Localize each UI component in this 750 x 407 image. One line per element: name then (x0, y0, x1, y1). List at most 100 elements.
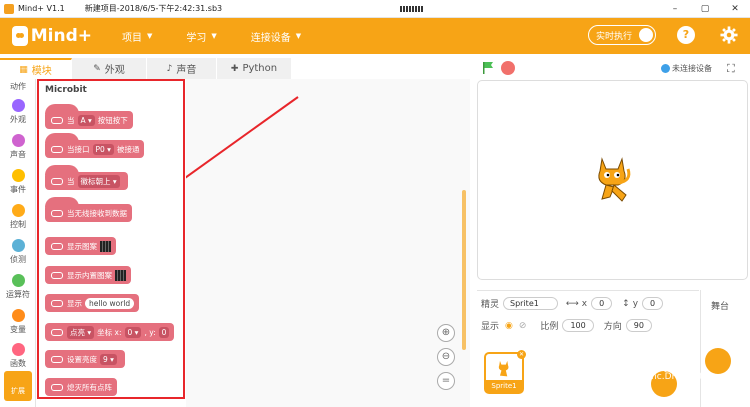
caret-down-icon: ▼ (295, 32, 302, 40)
microbit-icon (51, 383, 63, 391)
category-motion[interactable]: 动作 (0, 81, 36, 92)
category-list: 动作 外观 声音 事件 控制 侦测 运算符 变量 函数 扩展 (0, 79, 36, 407)
pin-dropdown[interactable]: P0 ▾ (92, 143, 114, 155)
watermark-url: mc.DFRobot.com.cn (648, 372, 739, 382)
annotation-arrow (186, 96, 299, 179)
tab-sounds[interactable]: ♪ 声音 (147, 58, 217, 79)
category-operators[interactable]: 运算符 (0, 274, 36, 300)
puzzle-icon: ▦ (19, 64, 28, 75)
menu-project[interactable]: 项目 ▼ (122, 29, 152, 44)
y-position-input[interactable]: 0 (642, 297, 664, 310)
menu-connect-device[interactable]: 连接设备 ▼ (251, 29, 301, 44)
caret-down-icon: ▼ (147, 32, 153, 40)
text-input[interactable]: hello world (85, 297, 135, 309)
control-dot-icon (11, 204, 25, 217)
backdrop-label: 舞台 (711, 302, 730, 312)
block-when-gesture[interactable]: 当 徽标朝上 ▾ (45, 165, 128, 190)
palette-title: Microbit (45, 85, 87, 95)
category-functions[interactable]: 函数 (0, 343, 36, 369)
app-icon (4, 3, 14, 14)
microbit-icon (51, 177, 63, 185)
fullscreen-icon[interactable]: ⛶ (727, 62, 735, 76)
stage-canvas[interactable] (477, 80, 748, 280)
tab-blocks[interactable]: ▦ 模块 (0, 58, 72, 79)
sprite-name-input[interactable]: Sprite1 (503, 297, 558, 310)
code-workspace[interactable] (186, 79, 470, 407)
category-sensing[interactable]: 侦测 (0, 239, 36, 265)
minimize-button[interactable]: – (660, 0, 690, 18)
block-when-radio-received[interactable]: 当无线接收到数据 (45, 197, 132, 222)
block-show-pattern[interactable]: 显示图案 (45, 237, 116, 255)
project-title: 新建项目-2018/6/5-下午2:42:31.sb3 (84, 4, 223, 13)
block-set-brightness[interactable]: 设置亮度 9 ▾ (45, 350, 125, 368)
functions-dot-icon (11, 343, 25, 356)
microbit-icon (51, 209, 63, 217)
tab-python[interactable]: ✚ Python (217, 58, 292, 79)
tab-costumes[interactable]: ✎ 外观 (72, 58, 147, 79)
x-coordinate-dropdown[interactable]: 0 ▾ (124, 326, 142, 338)
variables-dot-icon (11, 309, 25, 322)
sprite-props-row: 显示 ◉ ⊘ 比例 100 方向 90 (481, 319, 656, 332)
speaker-icon: ♪ (166, 63, 173, 74)
direction-input[interactable]: 90 (625, 319, 652, 332)
events-dot-icon (11, 169, 25, 182)
stop-button[interactable] (501, 61, 515, 75)
menu-learn[interactable]: 学习 ▼ (186, 29, 216, 44)
hide-eye-icon[interactable]: ⊘ (519, 321, 527, 331)
sprite-info-panel: 精灵 Sprite1 ⟷ x 0 ↕ y 0 显示 ◉ ⊘ 比例 100 方向 … (477, 290, 699, 407)
category-events[interactable]: 事件 (0, 169, 36, 195)
builtin-pattern-picker[interactable] (115, 269, 126, 281)
block-show-text[interactable]: 显示 hello world (45, 294, 140, 312)
zoom-reset-button[interactable]: = (437, 372, 455, 390)
maximize-button[interactable]: ▢ (690, 0, 720, 18)
x-arrows-icon: ⟷ (565, 298, 579, 309)
loading-indicator-icon (400, 5, 425, 12)
extension-button[interactable]: 扩展 (4, 371, 32, 401)
sprite-thumbnail[interactable]: ✕ Sprite1 (484, 350, 526, 394)
add-backdrop-button[interactable] (705, 348, 731, 374)
workspace-scrollbar[interactable] (462, 190, 466, 350)
microbit-icon (51, 271, 63, 279)
cat-thumb-icon (498, 360, 509, 377)
delete-sprite-icon[interactable]: ✕ (517, 350, 526, 359)
category-sound[interactable]: 声音 (0, 134, 36, 160)
backdrop-panel: 舞台 (700, 290, 750, 407)
show-eye-icon[interactable]: ◉ (505, 321, 513, 331)
brightness-dropdown[interactable]: 9 ▾ (100, 353, 117, 365)
cat-sprite-image (598, 157, 631, 202)
stage-toolbar: 未连接设备 ⛶ (477, 58, 750, 79)
device-status[interactable]: 未连接设备 (661, 63, 712, 74)
microbit-icon (51, 355, 63, 363)
block-plot-point[interactable]: 点亮 ▾ 坐标 x: 0 ▾ , y: 0 (45, 323, 175, 341)
zoom-out-button[interactable]: ⊖ (437, 348, 455, 366)
plot-mode-dropdown[interactable]: 点亮 ▾ (67, 325, 95, 339)
caret-down-icon: ▼ (211, 32, 217, 40)
close-button[interactable]: ✕ (720, 0, 750, 18)
realtime-toggle[interactable]: 实时执行 (588, 25, 656, 45)
led-matrix-picker[interactable] (100, 240, 111, 252)
category-variables[interactable]: 变量 (0, 309, 36, 335)
gear-icon[interactable] (720, 26, 738, 44)
help-button[interactable]: ? (677, 26, 695, 44)
main-menu: 项目 ▼ 学习 ▼ 连接设备 ▼ (122, 29, 335, 44)
block-when-button-pressed[interactable]: 当 A ▾ 按钮按下 (45, 104, 133, 129)
y-coordinate-dropdown[interactable]: 0 (158, 326, 170, 338)
brush-icon: ✎ (93, 63, 101, 74)
size-input[interactable]: 100 (562, 319, 594, 332)
plugin-icon: ✚ (230, 63, 239, 74)
microbit-icon (51, 328, 63, 336)
button-dropdown[interactable]: A ▾ (77, 114, 95, 126)
category-looks[interactable]: 外观 (0, 99, 36, 125)
zoom-in-button[interactable]: ⊕ (437, 324, 455, 342)
title-bar: Mind+ V1.1 新建项目-2018/6/5-下午2:42:31.sb3 –… (0, 0, 750, 18)
mindplus-logo: Mind+ (12, 23, 92, 49)
x-position-input[interactable]: 0 (591, 297, 613, 310)
microbit-icon (51, 242, 63, 250)
gesture-dropdown[interactable]: 徽标朝上 ▾ (77, 174, 120, 188)
block-show-builtin-pattern[interactable]: 显示内置图案 (45, 266, 131, 284)
green-flag-icon[interactable] (481, 61, 495, 75)
category-control[interactable]: 控制 (0, 204, 36, 230)
block-when-pin-connected[interactable]: 当接口 P0 ▾ 被接通 (45, 133, 145, 158)
block-clear-all-leds[interactable]: 熄灭所有点阵 (45, 378, 117, 396)
sensing-dot-icon (11, 239, 25, 252)
